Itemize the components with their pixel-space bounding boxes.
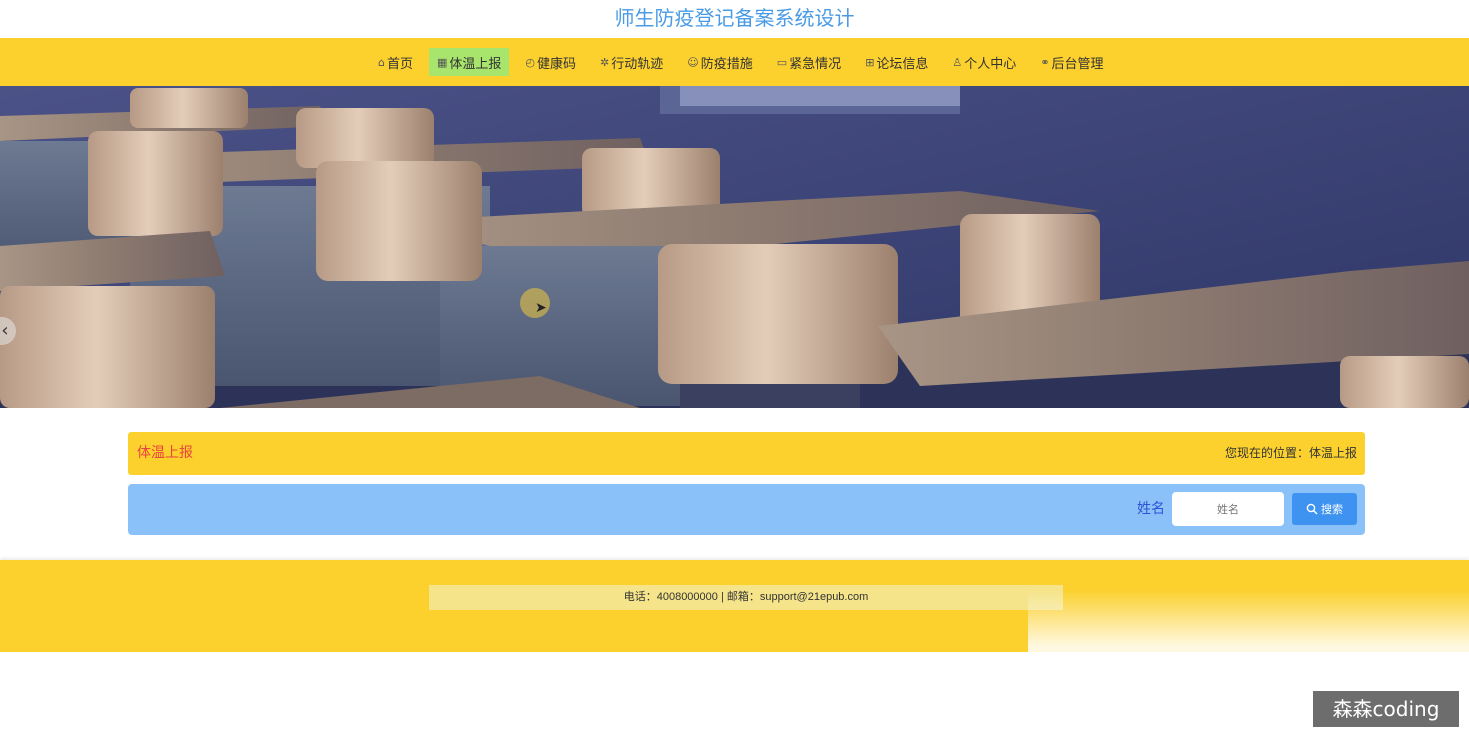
nav-item[interactable]: ◴ 健康码 bbox=[517, 48, 584, 76]
site-title: 师生防疫登记备案系统设计 bbox=[614, 6, 855, 30]
nav-item-label: 健康码 bbox=[537, 56, 577, 72]
search-icon bbox=[1306, 503, 1318, 515]
page-title: 体温上报 bbox=[137, 445, 193, 461]
breadcrumb-location: 您现在的位置：体温上报 bbox=[1224, 446, 1357, 460]
home-icon: ⌂ bbox=[378, 55, 385, 69]
nav-item-label: 体温上报 bbox=[449, 56, 502, 72]
nav-item-label: 紧急情况 bbox=[789, 56, 842, 72]
nav-items: ⌂ 首页 ▦ 体温上报 ◴ 健康码 ✲ 行动轨迹 ☺ 防疫措施 ▭ 紧急情况 ⊞ 论坛信息 ♙ 个人中心 ⚭ 后台… bbox=[370, 48, 1112, 76]
search-label: 姓名 bbox=[1137, 501, 1165, 517]
read-icon: ▭ bbox=[776, 55, 788, 69]
search-input[interactable] bbox=[1172, 492, 1284, 526]
gift-icon: ⊞ bbox=[865, 55, 875, 69]
nav-item[interactable]: ✲ 行动轨迹 bbox=[592, 48, 671, 76]
calendar-icon: ▦ bbox=[437, 55, 448, 69]
loading-icon: ✲ bbox=[600, 55, 610, 69]
watermark: 森森coding bbox=[1313, 691, 1459, 727]
main-nav: ⌂ 首页 ▦ 体温上报 ◴ 健康码 ✲ 行动轨迹 ☺ 防疫措施 ▭ 紧急情况 ⊞ 论坛信息 ♙ 个人中心 ⚭ 后台… bbox=[0, 38, 1469, 86]
nav-item-label: 论坛信息 bbox=[876, 56, 929, 72]
mouse-cursor-icon: ➤ bbox=[535, 300, 547, 316]
classroom-image bbox=[0, 86, 1469, 408]
breadcrumb-bar: 体温上报 您现在的位置：体温上报 bbox=[128, 432, 1365, 475]
link-icon: ⚭ bbox=[1040, 55, 1050, 69]
nav-item[interactable]: ♙ 个人中心 bbox=[944, 48, 1024, 76]
nav-item[interactable]: ▦ 体温上报 bbox=[429, 48, 510, 76]
nav-item[interactable]: ☺ 防疫措施 bbox=[679, 48, 760, 76]
nav-item[interactable]: ⌂ 首页 bbox=[370, 48, 421, 76]
nav-item-label: 首页 bbox=[386, 56, 413, 72]
user-icon: ♙ bbox=[952, 55, 963, 69]
nav-item-label: 个人中心 bbox=[964, 56, 1017, 72]
search-bar: 姓名 搜索 bbox=[128, 484, 1365, 535]
footer-contact: 电话：4008000000 | 邮箱：support@21epub.com bbox=[429, 585, 1063, 610]
nav-item-label: 行动轨迹 bbox=[611, 56, 664, 72]
banner-carousel[interactable]: ‹ ➤ bbox=[0, 86, 1469, 408]
nav-item-label: 防疫措施 bbox=[700, 56, 753, 72]
nav-item[interactable]: ▭ 紧急情况 bbox=[769, 48, 849, 76]
nav-item[interactable]: ⚭ 后台管理 bbox=[1032, 48, 1111, 76]
overlay-glow bbox=[1028, 590, 1469, 670]
dashboard-icon: ◴ bbox=[525, 55, 536, 69]
nav-item[interactable]: ⊞ 论坛信息 bbox=[857, 48, 936, 76]
search-button[interactable]: 搜索 bbox=[1292, 493, 1357, 525]
nav-item-label: 后台管理 bbox=[1051, 56, 1104, 72]
search-button-label: 搜索 bbox=[1321, 503, 1343, 516]
smile-icon: ☺ bbox=[687, 55, 699, 69]
